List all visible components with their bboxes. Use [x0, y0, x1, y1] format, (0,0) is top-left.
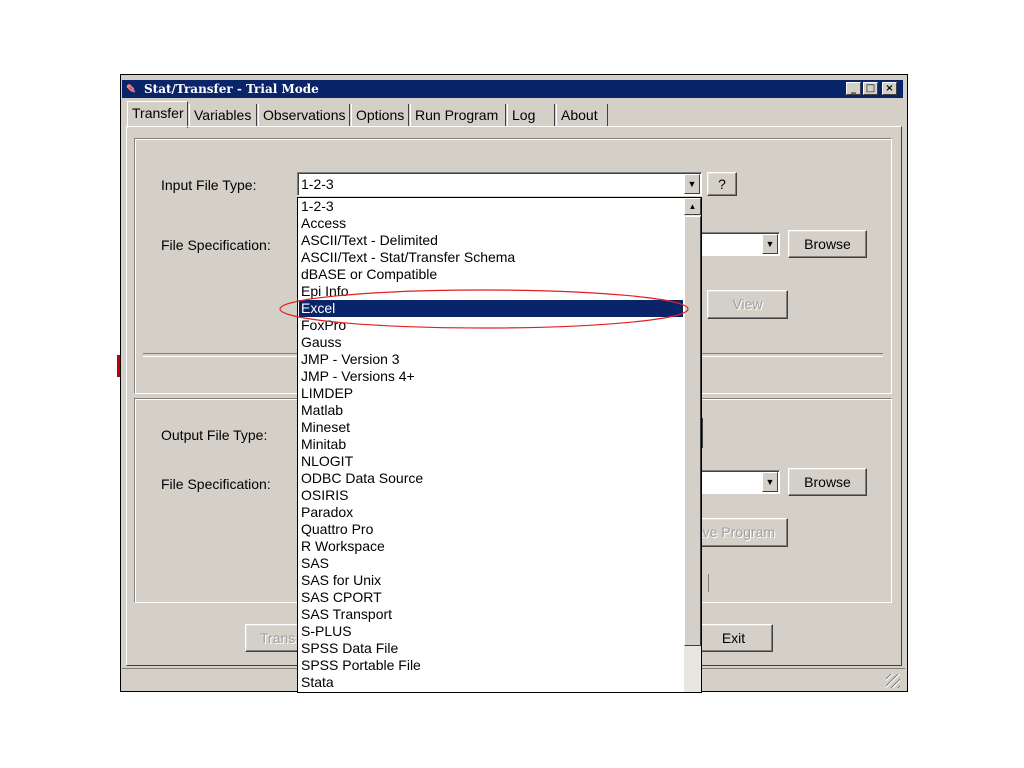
help-button[interactable]: ?: [707, 172, 737, 196]
output-file-spec-label: File Specification:: [161, 476, 271, 492]
input-file-type-select[interactable]: 1-2-3 ▼: [297, 172, 702, 196]
dropdown-item[interactable]: SPSS Portable File: [301, 657, 421, 674]
dropdown-item[interactable]: Minitab: [301, 436, 346, 453]
dropdown-item[interactable]: Gauss: [301, 334, 341, 351]
file-type-dropdown-list[interactable]: 1-2-3 Access ASCII/Text - Delimited ASCII/T…: [297, 197, 702, 693]
dropdown-item[interactable]: Quattro Pro: [301, 521, 373, 538]
tab-observations[interactable]: Observations: [258, 104, 350, 126]
input-file-type-value: 1-2-3: [301, 176, 334, 192]
minimize-button[interactable]: _: [846, 82, 861, 95]
tab-transfer[interactable]: Transfer: [127, 101, 188, 128]
input-browse-button[interactable]: Browse: [788, 230, 867, 258]
dropdown-item[interactable]: ODBC Data Source: [301, 470, 423, 487]
scroll-thumb[interactable]: [684, 216, 701, 646]
input-file-type-label: Input File Type:: [161, 177, 257, 193]
size-grip-icon[interactable]: [886, 674, 900, 688]
app-icon: ✎: [126, 82, 137, 96]
dropdown-item[interactable]: NLOGIT: [301, 453, 353, 470]
chevron-down-icon[interactable]: ▼: [684, 174, 700, 194]
close-button[interactable]: ×: [882, 82, 897, 95]
dropdown-item[interactable]: SAS: [301, 555, 329, 572]
dropdown-item[interactable]: SAS Transport: [301, 606, 392, 623]
dropdown-item[interactable]: SAS for Unix: [301, 572, 381, 589]
transfer-button-label: Trans: [260, 630, 296, 646]
dropdown-item[interactable]: ASCII/Text - Delimited: [301, 232, 438, 249]
dropdown-item[interactable]: Matlab: [301, 402, 343, 419]
dropdown-item[interactable]: JMP - Version 3: [301, 351, 400, 368]
output-browse-button[interactable]: Browse: [788, 468, 867, 496]
dropdown-item[interactable]: SAS CPORT: [301, 589, 382, 606]
dropdown-item[interactable]: 1-2-3: [301, 198, 334, 215]
dropdown-item[interactable]: JMP - Versions 4+: [301, 368, 415, 385]
dropdown-item[interactable]: OSIRIS: [301, 487, 348, 504]
title-bar: ✎ Stat/Transfer - Trial Mode _ □ ×: [122, 80, 903, 98]
dropdown-item[interactable]: S-PLUS: [301, 623, 352, 640]
save-program-label: ave Program: [694, 524, 775, 540]
tab-variables[interactable]: Variables: [189, 104, 257, 126]
tab-log[interactable]: Log: [507, 104, 555, 126]
dropdown-item[interactable]: Paradox: [301, 504, 353, 521]
dropdown-item[interactable]: SPSS Data File: [301, 640, 398, 657]
dropdown-item[interactable]: ASCII/Text - Stat/Transfer Schema: [301, 249, 515, 266]
tab-options[interactable]: Options: [351, 104, 409, 126]
dropdown-scrollbar[interactable]: ▲: [684, 198, 701, 692]
scroll-up-icon[interactable]: ▲: [684, 198, 701, 215]
output-file-type-label: Output File Type:: [161, 427, 268, 443]
dropdown-item[interactable]: LIMDEP: [301, 385, 353, 402]
chevron-down-icon[interactable]: ▼: [762, 234, 778, 254]
highlight-ellipse: [279, 289, 689, 329]
exit-button[interactable]: Exit: [694, 624, 773, 652]
window-title: Stat/Transfer - Trial Mode: [144, 82, 319, 96]
output-option-edge: [708, 574, 711, 592]
input-file-spec-label: File Specification:: [161, 237, 271, 253]
tab-about[interactable]: About: [556, 104, 608, 126]
dropdown-item[interactable]: Mineset: [301, 419, 350, 436]
tab-run-program[interactable]: Run Program: [410, 104, 506, 126]
dropdown-item[interactable]: dBASE or Compatible: [301, 266, 437, 283]
chevron-down-icon[interactable]: ▼: [762, 472, 778, 492]
dropdown-item[interactable]: Access: [301, 215, 346, 232]
view-button[interactable]: View: [707, 290, 788, 319]
dropdown-item[interactable]: R Workspace: [301, 538, 385, 555]
dropdown-item[interactable]: Stata: [301, 674, 334, 691]
maximize-button[interactable]: □: [863, 82, 878, 95]
